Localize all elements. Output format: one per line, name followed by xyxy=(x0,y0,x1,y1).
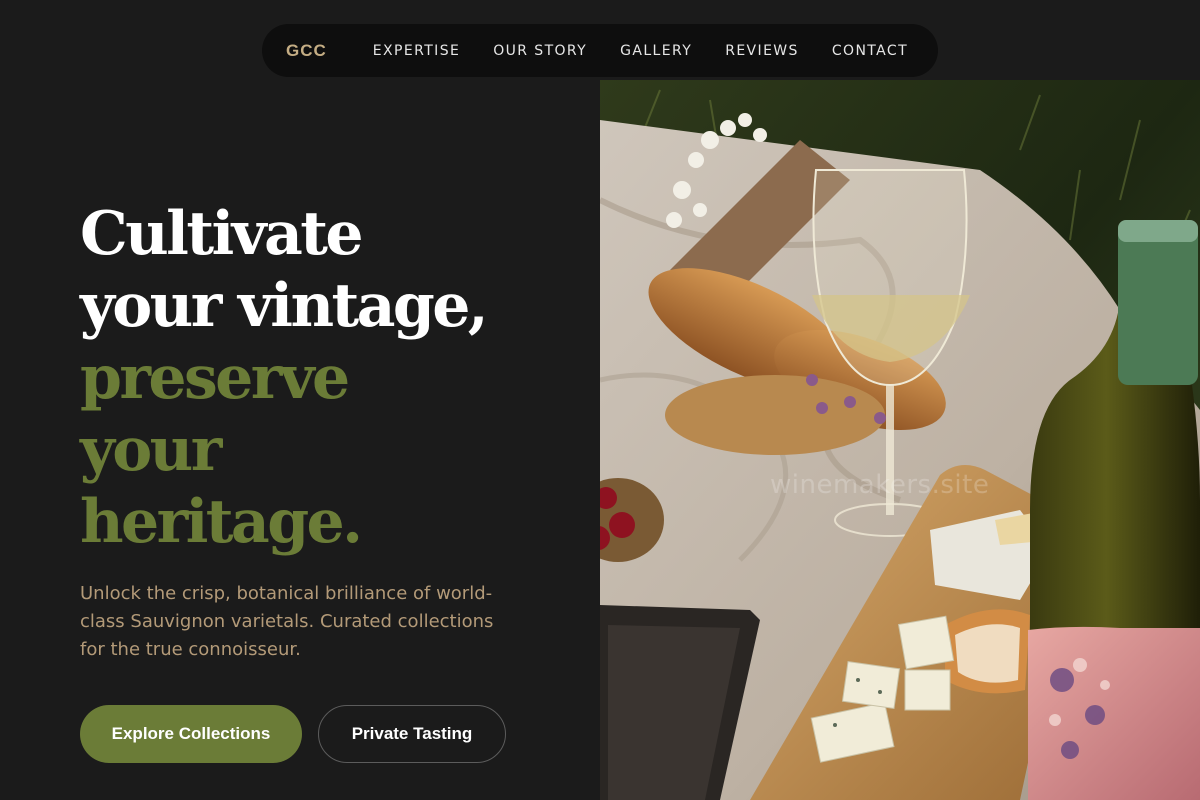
explore-collections-button[interactable]: Explore Collections xyxy=(80,705,302,763)
nav-link-gallery[interactable]: GALLERY xyxy=(620,43,692,59)
hero-headline: Cultivate your vintage, preserve your he… xyxy=(80,198,580,558)
nav-link-expertise[interactable]: EXPERTISE xyxy=(373,43,460,59)
nav-link-our-story[interactable]: OUR STORY xyxy=(493,43,587,59)
nav-link-reviews[interactable]: REVIEWS xyxy=(725,43,799,59)
headline-line-4: your xyxy=(80,415,222,485)
nav-link-contact[interactable]: CONTACT xyxy=(832,43,908,59)
private-tasting-button[interactable]: Private Tasting xyxy=(318,705,506,763)
hero-subtext: Unlock the crisp, botanical brilliance o… xyxy=(80,583,494,660)
hero-photo-picnic-wine xyxy=(600,80,1200,800)
headline-line-2: your vintage, xyxy=(80,271,489,341)
headline-line-3: preserve xyxy=(80,343,350,413)
nav-links: EXPERTISE OUR STORY GALLERY REVIEWS CONT… xyxy=(373,43,908,59)
hero-copy: Cultivate your vintage, preserve your he… xyxy=(80,198,580,558)
top-navigation: GCC EXPERTISE OUR STORY GALLERY REVIEWS … xyxy=(262,24,938,77)
image-watermark: winemakers.site xyxy=(770,470,990,500)
headline-line-1: Cultivate xyxy=(80,199,364,269)
brand-logo[interactable]: GCC xyxy=(286,41,327,61)
headline-line-5: heritage. xyxy=(80,487,363,557)
